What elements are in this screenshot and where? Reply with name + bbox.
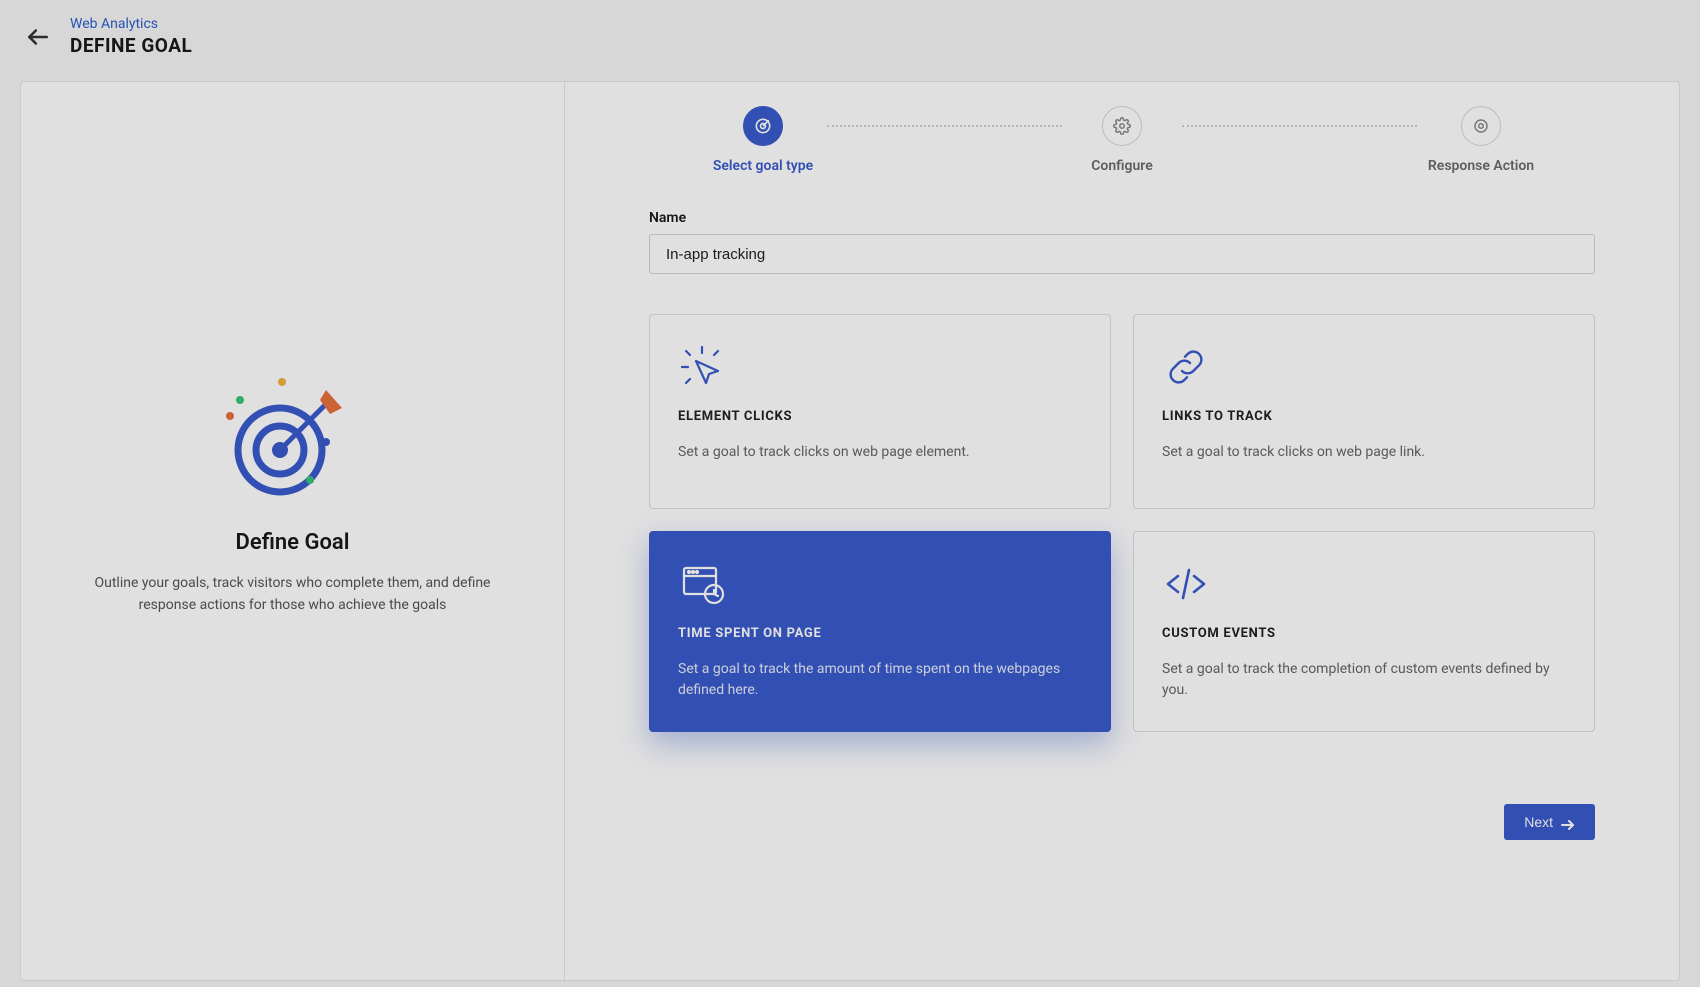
info-side-panel: Define Goal Outline your goals, track vi… [21,82,565,980]
card-description: Set a goal to track clicks on web page l… [1162,442,1566,463]
info-description: Outline your goals, track visitors who c… [73,573,513,616]
form-panel: Select goal type Configure Response Acti… [565,82,1679,980]
card-links-to-track[interactable]: LINKS TO TRACK Set a goal to track click… [1133,314,1595,509]
card-description: Set a goal to track the completion of cu… [1162,659,1566,701]
link-icon [1162,343,1210,391]
card-description: Set a goal to track the amount of time s… [678,659,1082,701]
step-response-action[interactable]: Response Action [1391,106,1571,174]
goal-name-input[interactable] [649,234,1595,274]
card-title: CUSTOM EVENTS [1162,626,1566,641]
target-icon [743,106,783,146]
stepper-connector [827,125,1062,127]
name-field-label: Name [649,210,1595,226]
target-icon [1461,106,1501,146]
card-element-clicks[interactable]: ELEMENT CLICKS Set a goal to track click… [649,314,1111,509]
stepper: Select goal type Configure Response Acti… [673,106,1571,174]
card-time-spent[interactable]: TIME SPENT ON PAGE Set a goal to track t… [649,531,1111,732]
step-label: Configure [1091,158,1152,174]
info-heading: Define Goal [236,530,350,555]
arrow-right-icon [1561,817,1575,827]
card-title: TIME SPENT ON PAGE [678,626,1082,641]
goal-type-grid: ELEMENT CLICKS Set a goal to track click… [649,314,1595,732]
step-configure[interactable]: Configure [1032,106,1212,174]
browser-clock-icon [678,560,726,608]
next-button[interactable]: Next [1504,804,1595,840]
target-illustration [218,372,368,502]
card-title: LINKS TO TRACK [1162,409,1566,424]
workspace-panel: Define Goal Outline your goals, track vi… [20,81,1680,981]
step-label: Response Action [1428,158,1534,174]
card-custom-events[interactable]: CUSTOM EVENTS Set a goal to track the co… [1133,531,1595,732]
stepper-connector [1182,125,1417,127]
breadcrumb-link[interactable]: Web Analytics [70,16,192,32]
step-label: Select goal type [713,158,813,174]
card-description: Set a goal to track clicks on web page e… [678,442,1082,463]
page-header: Web Analytics DEFINE GOAL [0,0,1700,71]
back-arrow-icon[interactable] [24,23,52,51]
next-button-label: Next [1524,814,1553,830]
code-icon [1162,560,1210,608]
card-title: ELEMENT CLICKS [678,409,1082,424]
step-select-goal-type[interactable]: Select goal type [673,106,853,174]
page-title: DEFINE GOAL [70,34,192,57]
cursor-click-icon [678,343,726,391]
gear-icon [1102,106,1142,146]
